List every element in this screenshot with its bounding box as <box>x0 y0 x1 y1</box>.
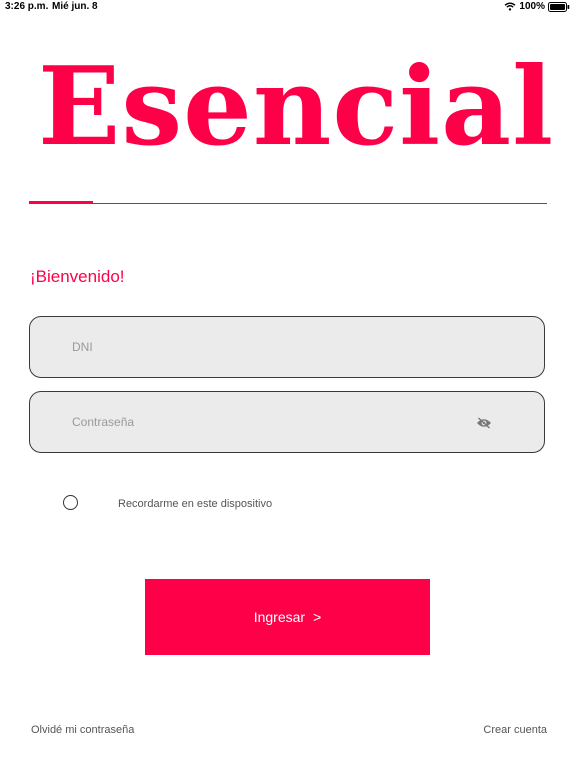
remember-label: Recordarme en este dispositivo <box>118 498 273 510</box>
header-divider-accent <box>29 201 93 204</box>
battery-icon <box>548 1 570 12</box>
battery-percentage: 100% <box>519 1 545 12</box>
remember-checkbox[interactable] <box>63 495 78 510</box>
password-input[interactable] <box>72 392 472 452</box>
dni-input[interactable] <box>72 317 472 377</box>
forgot-password-link[interactable]: Olvidé mi contraseña <box>31 724 134 736</box>
chevron-right-icon: > <box>313 609 322 625</box>
status-bar: 3:26 p.m. Mié jun. 8 100% <box>0 0 576 14</box>
welcome-heading: ¡Bienvenido! <box>30 267 125 286</box>
brand-logo: Esencial <box>38 44 555 170</box>
header-divider <box>29 203 547 204</box>
login-button-label: Ingresar <box>253 609 306 625</box>
eye-slash-icon[interactable] <box>476 416 492 429</box>
dni-field[interactable] <box>29 316 545 378</box>
create-account-link[interactable]: Crear cuenta <box>483 724 547 736</box>
status-time: 3:26 p.m. <box>5 1 49 12</box>
status-date: Mié jun. 8 <box>52 1 98 12</box>
password-field[interactable] <box>29 391 545 453</box>
login-button[interactable]: Ingresar > <box>145 579 430 655</box>
status-indicators: 100% <box>504 1 570 12</box>
wifi-icon <box>504 2 516 11</box>
